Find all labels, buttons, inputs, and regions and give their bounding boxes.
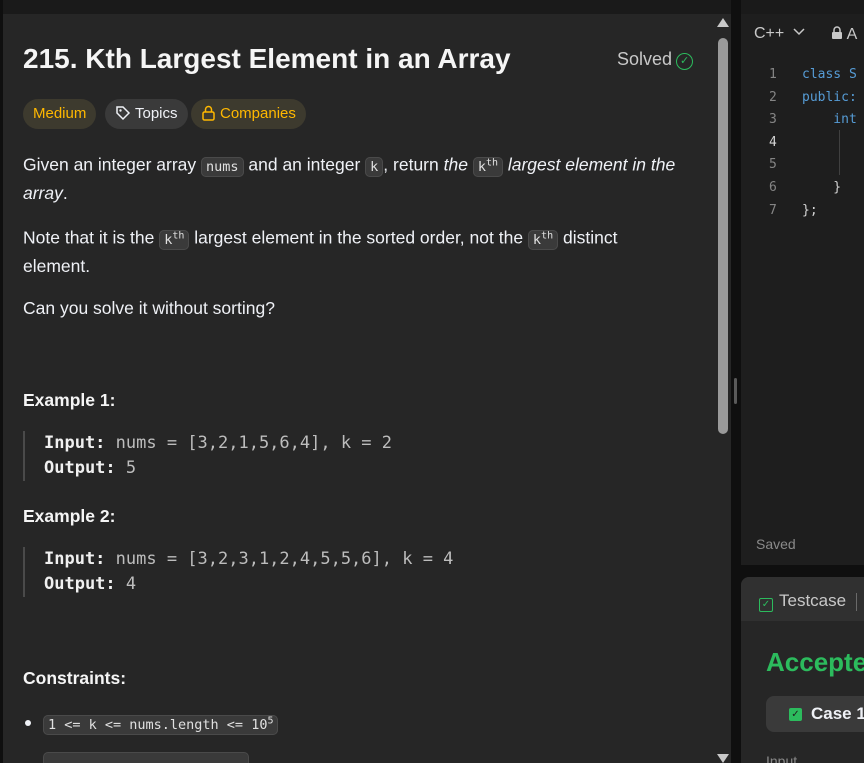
constraints-title: Constraints: bbox=[23, 668, 127, 688]
lock-icon bbox=[832, 26, 842, 39]
desc-text: , return bbox=[383, 154, 444, 175]
lock-icon bbox=[202, 105, 215, 121]
example-1-block: Input: nums = [3,2,1,5,6,4], k = 2 Outpu… bbox=[23, 431, 704, 481]
auto-label: A bbox=[846, 26, 858, 43]
scroll-up-icon[interactable] bbox=[717, 18, 729, 27]
code-kth: kth bbox=[472, 156, 503, 177]
description-paragraph-1: Given an integer array nums and an integ… bbox=[23, 150, 683, 206]
desc-text: Given an integer array bbox=[23, 154, 202, 175]
line-number: 4 bbox=[769, 135, 777, 150]
output-value: 4 bbox=[115, 574, 137, 594]
example-2-input-line: Input: nums = [3,2,3,1,2,4,5,5,6], k = 4 bbox=[44, 547, 704, 572]
chevron-down-icon bbox=[793, 28, 805, 36]
editor-tab-strip bbox=[741, 0, 864, 14]
auto-mode-toggle[interactable]: A bbox=[831, 26, 857, 44]
desc-text: and an integer bbox=[243, 154, 366, 175]
language-label: C++ bbox=[754, 25, 785, 42]
desc-text: . bbox=[62, 182, 68, 203]
constraint-exponent: 5 bbox=[267, 715, 274, 727]
input-label: Input: bbox=[44, 433, 106, 453]
problem-description-panel: 215. Kth Largest Element in an Array Sol… bbox=[3, 0, 731, 763]
solved-label: Solved bbox=[617, 49, 673, 69]
scrollbar-thumb[interactable] bbox=[718, 38, 728, 434]
line-number: 6 bbox=[769, 180, 777, 195]
code-k-text: k bbox=[477, 158, 486, 175]
example-2-output-line: Output: 4 bbox=[44, 572, 704, 597]
difficulty-badge: Medium bbox=[23, 99, 97, 129]
code-nums: nums bbox=[201, 156, 244, 177]
code-kth: kth bbox=[159, 229, 190, 250]
input-value: nums = [3,2,1,5,6,4], k = 2 bbox=[105, 433, 392, 453]
panel-tab-strip bbox=[3, 0, 731, 14]
superscript-th: th bbox=[485, 157, 498, 168]
checkbox-icon: ✓ bbox=[759, 598, 773, 612]
panel-resize-handle[interactable] bbox=[731, 0, 741, 763]
code-line[interactable]: }; bbox=[802, 203, 818, 218]
desc-emphasis: the bbox=[443, 154, 473, 175]
line-number: 7 bbox=[769, 203, 777, 218]
constraint-code: 1 <= k <= nums.length <= 105 bbox=[43, 715, 279, 735]
language-selector[interactable]: C++ bbox=[754, 25, 805, 43]
line-number: 3 bbox=[769, 112, 777, 127]
line-number: 1 bbox=[769, 67, 777, 82]
description-paragraph-3: Can you solve it without sorting? bbox=[23, 298, 275, 318]
desc-text: Note that it is the bbox=[23, 227, 160, 248]
bullet bbox=[25, 720, 31, 726]
output-value: 5 bbox=[115, 458, 137, 478]
tab-testcase-label: Testcase bbox=[779, 591, 847, 610]
saved-status: Saved bbox=[756, 536, 796, 552]
output-label: Output: bbox=[44, 458, 116, 478]
topics-button[interactable]: Topics bbox=[105, 99, 188, 129]
problem-title: 215. Kth Largest Element in an Array bbox=[23, 43, 511, 74]
tag-icon bbox=[116, 106, 131, 121]
case-label: Case 1 bbox=[811, 704, 864, 723]
code-k-text: k bbox=[532, 231, 542, 248]
constraint-code-partial bbox=[43, 752, 249, 763]
example-1-output-line: Output: 5 bbox=[44, 456, 704, 481]
code-line[interactable]: class S bbox=[802, 67, 857, 82]
companies-label: Companies bbox=[220, 105, 296, 122]
input-label: Input: bbox=[44, 549, 106, 569]
scroll-down-icon[interactable] bbox=[717, 754, 729, 763]
desc-text: largest element in the sorted order, not… bbox=[189, 227, 528, 248]
code-editor-panel: C++ A 1 2 3 4 5 6 7 class S public: int … bbox=[741, 0, 864, 565]
description-scrollbar[interactable] bbox=[715, 16, 731, 763]
constraint-text: 1 <= k <= nums.length <= 10 bbox=[48, 717, 268, 733]
code-line[interactable]: public: bbox=[802, 90, 857, 105]
code-k: k bbox=[365, 156, 384, 177]
code-line[interactable]: int bbox=[802, 112, 857, 127]
description-paragraph-2: Note that it is the kth largest element … bbox=[23, 223, 683, 279]
example-2-title: Example 2: bbox=[23, 506, 116, 526]
result-status: Accepted bbox=[766, 647, 864, 677]
topics-label: Topics bbox=[135, 105, 178, 122]
superscript-th: th bbox=[541, 230, 554, 241]
output-label: Output: bbox=[44, 574, 116, 594]
code-kth: kth bbox=[527, 229, 559, 250]
solved-status: Solved ✓ bbox=[617, 49, 694, 70]
case-1-button[interactable]: ✓ Case 1 bbox=[766, 696, 864, 732]
tab-testcase[interactable]: ✓ Testcase bbox=[759, 591, 846, 612]
line-number: 2 bbox=[769, 90, 777, 105]
constraint-item: 1 <= k <= nums.length <= 105 bbox=[25, 714, 279, 735]
testcase-panel: ✓ Testcase Accepted ✓ Case 1 Input bbox=[741, 577, 864, 763]
drag-grip-icon[interactable] bbox=[734, 378, 737, 404]
line-number: 5 bbox=[769, 157, 777, 172]
check-icon: ✓ bbox=[789, 708, 802, 721]
indent-guide bbox=[839, 130, 840, 175]
example-2-block: Input: nums = [3,2,3,1,2,4,5,5,6], k = 4… bbox=[23, 547, 704, 597]
example-1-title: Example 1: bbox=[23, 390, 116, 410]
example-1-input-line: Input: nums = [3,2,1,5,6,4], k = 2 bbox=[44, 431, 704, 456]
tab-divider bbox=[856, 593, 857, 611]
superscript-th: th bbox=[172, 230, 185, 241]
companies-button[interactable]: Companies bbox=[191, 99, 306, 129]
input-section-label: Input bbox=[766, 753, 798, 763]
check-circle-icon: ✓ bbox=[676, 53, 694, 70]
input-value: nums = [3,2,3,1,2,4,5,5,6], k = 4 bbox=[105, 549, 454, 569]
code-line[interactable]: } bbox=[802, 180, 841, 195]
